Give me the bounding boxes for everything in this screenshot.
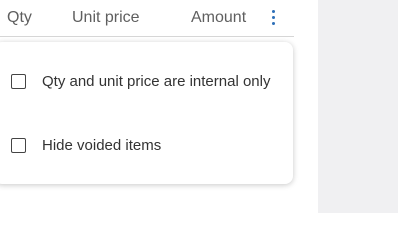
unit-price-column-header: Unit price <box>72 9 140 26</box>
hide-voided-label: Hide voided items <box>42 136 162 154</box>
internal-only-label: Qty and unit price are internal only <box>42 72 271 90</box>
amount-column-header: Amount <box>191 9 247 26</box>
more-vertical-icon[interactable] <box>266 8 282 28</box>
kebab-dot <box>272 16 275 19</box>
hide-voided-option[interactable]: Hide voided items <box>11 134 161 156</box>
hide-voided-checkbox[interactable] <box>11 137 26 153</box>
column-options-menu: Qty and unit price are internal only Hid… <box>0 42 293 184</box>
page: Qty Unit price Amount Qty and unit price… <box>0 0 398 213</box>
kebab-dot <box>272 22 275 25</box>
kebab-dot <box>272 10 275 13</box>
qty-column-header: Qty <box>7 9 32 26</box>
table-header: Qty Unit price Amount <box>0 0 294 37</box>
side-panel <box>318 0 398 213</box>
internal-only-checkbox[interactable] <box>11 73 26 89</box>
internal-only-option[interactable]: Qty and unit price are internal only <box>11 70 270 92</box>
